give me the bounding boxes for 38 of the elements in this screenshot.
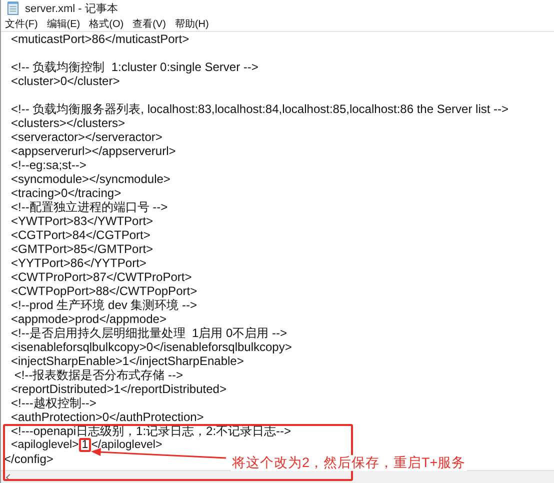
- code-line: <appmode>prod</appmode>: [11, 312, 166, 326]
- code-line: <clusters></clusters>: [11, 116, 126, 130]
- code-line: <isenableforsqlbulkcopy>0</isenableforsqlbulkcopy>: [11, 340, 292, 354]
- code-line: <authProtection>0</authProtection>: [11, 410, 204, 424]
- code-line: <!-- 负载均衡控制 1:cluster 0:single Server -->: [11, 60, 258, 74]
- code-line: <CGTPort>84</CGTPort>: [11, 228, 150, 242]
- code-line: <!---越权控制-->: [11, 396, 96, 410]
- code-line: <cluster>0</cluster>: [11, 74, 120, 88]
- code-line: <injectSharpEnable>1</injectSharpEnable>: [11, 354, 244, 368]
- highlighted-value: 1: [78, 438, 92, 452]
- menu-item[interactable]: 格式(O): [89, 16, 124, 30]
- code-line: <serveractor></serveractor>: [11, 130, 162, 144]
- code-line: <YYTPort>86</YYTPort>: [11, 256, 146, 270]
- code-line: <syncmodule></syncmodule>: [11, 172, 170, 186]
- menu-item[interactable]: 帮助(H): [174, 16, 209, 30]
- code-line: <muticastPort>86</muticastPort>: [11, 32, 190, 46]
- code-line: <YWTPort>83</YWTPort>: [11, 214, 154, 228]
- code-line: <!--prod 生产环境 dev 集测环境 -->: [11, 298, 198, 312]
- code-line: <CWTProPort>87</CWTProPort>: [11, 270, 192, 284]
- annotation-note: 将这个改为2，然后保存，重启T+服务: [231, 455, 467, 471]
- code-line: <!-- 负载均衡服务器列表, localhost:83,localhost:84,localhost:85,localhost:86 the Server list -->: [11, 102, 509, 116]
- code-line: <appserverurl></appserverurl>: [11, 144, 176, 158]
- notepad-icon: [7, 1, 19, 15]
- code-line: <!--配置独立进程的端口号 -->: [11, 200, 168, 214]
- code-line: <GMTPort>85</GMTPort>: [11, 242, 154, 256]
- code-line: <tracing>0</tracing>: [11, 186, 122, 200]
- code-line: </config>: [4, 452, 54, 466]
- code-line: <CWTPopPort>88</CWTPopPort>: [11, 284, 198, 298]
- code-line: <!--报表数据是否分布式存储 -->: [13, 368, 184, 382]
- code-line: <reportDistributed>1</reportDistributed>: [11, 382, 226, 396]
- code-line: <!--eg:sa;st-->: [11, 158, 86, 172]
- window-title: server.xml - 记事本: [25, 2, 118, 16]
- code-text: </apiloglevel>: [91, 438, 162, 452]
- menu-item[interactable]: 编辑(E): [46, 16, 80, 30]
- code-line: <!--是否启用持久层明细批量处理 1启用 0不启用 -->: [11, 326, 288, 340]
- menu-item[interactable]: 查看(V): [132, 16, 166, 30]
- menu-item[interactable]: 文件(F): [5, 16, 38, 30]
- code-text: <apiloglevel>: [11, 438, 79, 452]
